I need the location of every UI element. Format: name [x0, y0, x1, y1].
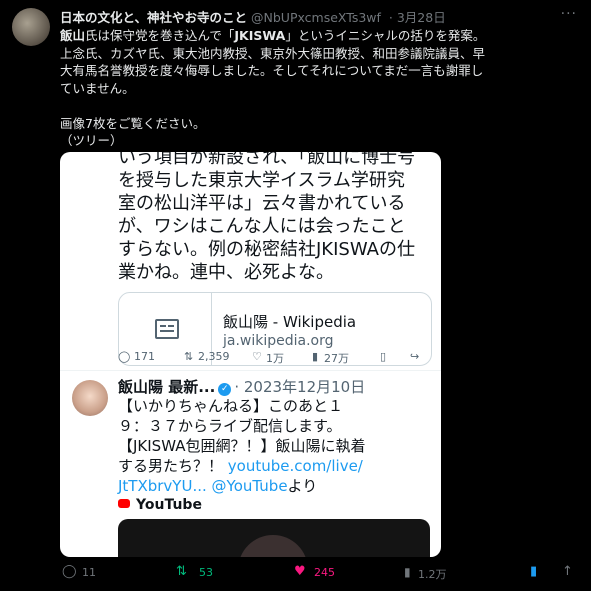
youtube-label: YouTube: [118, 497, 202, 513]
screenshot-text-line: いう項目が新設され、「飯山に博士号: [118, 152, 416, 168]
author-handle[interactable]: @NbUPxcmseXTs3wf: [251, 10, 381, 25]
screenshot-text-line: を授与した東京大学イスラム学研究: [118, 170, 405, 191]
video-thumbnail-face: [238, 535, 308, 557]
bookmark-icon[interactable]: ▮: [530, 564, 537, 579]
reply-icon: ◯: [118, 350, 131, 363]
retweet-count: 53: [199, 566, 213, 579]
screenshot-text-line: 業かね。連中、必死よな。: [118, 262, 334, 283]
verified-badge-icon: ✓: [218, 383, 232, 396]
reply-count: 11: [82, 566, 96, 579]
like-count: 1万: [266, 352, 284, 365]
attached-screenshot-image[interactable]: いう項目が新設され、「飯山に博士号 を授与した東京大学イスラム学研究 室の松山洋…: [60, 152, 441, 557]
bookmark-icon: ▯: [380, 350, 387, 363]
second-author-name: 飯山陽 最新...: [118, 378, 216, 396]
link-card-domain: ja.wikipedia.org: [223, 333, 334, 349]
retweet-icon: ⇅: [184, 350, 194, 363]
screenshot-text-line: 室の松山洋平は」云々書かれている: [118, 193, 406, 214]
screenshot-text-line: すらない。例の秘密結社JKISWAの仕: [118, 239, 415, 260]
video-thumbnail: [118, 519, 430, 557]
document-icon: [155, 319, 179, 339]
tweet-action-bar: ◯ 11 ⇅ 53 ♥ 245 ▮ 1.2万 ▮ ↑: [0, 564, 591, 588]
link-card-title: 飯山陽 - Wikipedia: [223, 313, 357, 331]
views-count: 1.2万: [418, 568, 447, 581]
retweet-count: 2,359: [198, 350, 230, 363]
author-name[interactable]: 日本の文化と、神社やお寺のこと: [60, 10, 247, 25]
youtube-icon: [118, 499, 130, 508]
share-icon[interactable]: ↑: [562, 564, 573, 579]
second-tweet-body: 【いかりちゃんねる】このあと１ ９：３７からライブ配信します。 【JKISWA包…: [118, 397, 366, 495]
tweet-body: 飯山氏は保守党を巻き込んで「JKISWA」というイニシャルの括りを発案。 上念氏…: [60, 28, 486, 148]
screenshot-text-line: が、ワシはこんな人には会ったこと: [118, 216, 406, 237]
more-options-icon[interactable]: ···: [561, 6, 577, 22]
like-count: 245: [314, 566, 335, 579]
like-icon[interactable]: ♥: [294, 564, 306, 579]
retweet-icon[interactable]: ⇅: [176, 564, 187, 579]
second-tweet-header: 飯山陽 最新... ✓ · 2023年12月10日: [118, 376, 365, 397]
divider: [60, 370, 441, 371]
second-tweet-date: · 2023年12月10日: [234, 378, 366, 396]
reply-icon[interactable]: ◯: [62, 564, 77, 579]
reply-count: 171: [134, 350, 155, 363]
views-icon: ▮: [312, 350, 319, 363]
views-icon[interactable]: ▮: [404, 565, 411, 579]
tweet-date[interactable]: · 3月28日: [389, 10, 446, 25]
like-icon: ♡: [252, 350, 262, 363]
author-avatar[interactable]: [12, 8, 50, 46]
tweet-header: 日本の文化と、神社やお寺のこと @NbUPxcmseXTs3wf · 3月28日: [60, 7, 446, 26]
second-author-avatar: [72, 380, 108, 416]
share-icon: ↪: [410, 350, 420, 363]
views-count: 27万: [324, 352, 349, 365]
